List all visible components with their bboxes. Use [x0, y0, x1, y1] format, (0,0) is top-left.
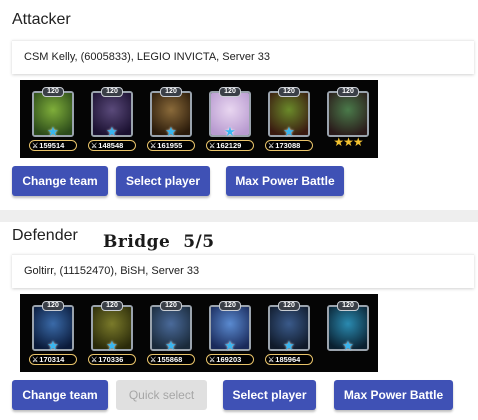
hero-level-badge: 120	[278, 301, 300, 311]
hero-power-badge: ⚔159514	[29, 140, 77, 151]
hero-slot[interactable]: 120 ★ ⚔161955	[146, 87, 196, 153]
hero-level-badge: 120	[42, 301, 64, 311]
star-icon: ★	[165, 124, 177, 139]
star-icon: ★	[106, 124, 118, 139]
hero-power-value: 162129	[216, 141, 242, 150]
swords-icon: ⚔	[268, 357, 275, 364]
star-icon: ★	[342, 338, 354, 353]
swords-icon: ⚔	[268, 143, 275, 150]
star-icon: ★	[283, 338, 295, 353]
hero-slot[interactable]: 120 ★ ⚔148548	[87, 87, 137, 153]
hero-power-badge: ⚔173088	[265, 140, 313, 151]
defender-player-field[interactable]: Goltirr, (11152470), BiSH, Server 33	[12, 254, 474, 288]
defender-title: Defender	[12, 227, 78, 244]
hero-power-value: 169203	[216, 355, 242, 364]
hero-slot[interactable]: 120 ★ ⚔159514	[28, 87, 78, 153]
hero-power-badge: ⚔170336	[88, 354, 136, 365]
defender-team[interactable]: 120 ★ ⚔170314 120 ★ ⚔170336 120 ★ ⚔155868 120 ★ ⚔16…	[20, 294, 378, 372]
hero-level-badge: 120	[337, 87, 359, 97]
quick-select-button[interactable]: Quick select	[116, 380, 207, 410]
hero-power-value: 170314	[39, 355, 65, 364]
hero-level-badge: 120	[160, 87, 182, 97]
attacker-panel: Attacker CSM Kelly, (6005833), LEGIO INV…	[0, 0, 478, 210]
hero-power-badge: ⚔162129	[206, 140, 254, 151]
hero-level-badge: 120	[219, 87, 241, 97]
hero-power-badge: ⚔161955	[147, 140, 195, 151]
swords-icon: ⚔	[32, 143, 39, 150]
defender-panel: Defender Bridge 5/5 Goltirr, (11152470),…	[0, 222, 478, 420]
hero-power-value: 148548	[98, 141, 124, 150]
swords-icon: ⚔	[209, 143, 216, 150]
bridge-label: Bridge 5/5	[103, 232, 215, 252]
swords-icon: ⚔	[91, 143, 98, 150]
hero-stars: ★★★	[333, 135, 363, 149]
attacker-select-player-button[interactable]: Select player	[116, 166, 210, 196]
swords-icon: ⚔	[91, 357, 98, 364]
hero-power-badge: ⚔170314	[29, 354, 77, 365]
defender-max-power-battle-button[interactable]: Max Power Battle	[334, 380, 453, 410]
hero-power-value: 159514	[39, 141, 65, 150]
hero-slot[interactable]: 120 ★ ⚔169203	[205, 301, 255, 367]
attacker-player-field[interactable]: CSM Kelly, (6005833), LEGIO INVICTA, Ser…	[12, 40, 474, 74]
hero-power-badge: ⚔185964	[265, 354, 313, 365]
attacker-change-team-button[interactable]: Change team	[12, 166, 108, 196]
defender-change-team-button[interactable]: Change team	[12, 380, 108, 410]
hero-level-badge: 120	[101, 301, 123, 311]
star-icon: ★	[47, 124, 59, 139]
swords-icon: ⚔	[32, 357, 39, 364]
hero-power-value: 161955	[157, 141, 183, 150]
hero-level-badge: 120	[337, 301, 359, 311]
defender-select-player-button[interactable]: Select player	[223, 380, 316, 410]
section-divider	[0, 210, 478, 222]
hero-slot[interactable]: 120 ★ ⚔185964	[264, 301, 314, 367]
star-icon: ★	[224, 124, 236, 139]
hero-power-badge: ⚔155868	[147, 354, 195, 365]
hero-slot[interactable]: 120 ★ ⚔173088	[264, 87, 314, 153]
star-icon: ★	[283, 124, 295, 139]
hero-power-value: 173088	[275, 141, 301, 150]
hero-power-badge: ⚔148548	[88, 140, 136, 151]
attacker-team[interactable]: 120 ★ ⚔159514 120 ★ ⚔148548 120 ★ ⚔161955 120 ★ ⚔16…	[20, 80, 378, 158]
hero-power-value: 155868	[157, 355, 183, 364]
hero-slot[interactable]: 120 ★ ⚔155868	[146, 301, 196, 367]
hero-power-value: 170336	[98, 355, 124, 364]
swords-icon: ⚔	[209, 357, 216, 364]
star-icon: ★	[165, 338, 177, 353]
star-icon: ★	[224, 338, 236, 353]
hero-level-badge: 120	[42, 87, 64, 97]
hero-slot[interactable]: 120 ★ ⚔162129	[205, 87, 255, 153]
hero-level-badge: 120	[219, 301, 241, 311]
hero-slot[interactable]: 120 ★★★	[323, 87, 373, 153]
hero-slot[interactable]: 120 ★ ⚔170314	[28, 301, 78, 367]
hero-power-badge: ⚔169203	[206, 354, 254, 365]
hero-slot[interactable]: 120 ★ ⚔170336	[87, 301, 137, 367]
hero-power-value: 185964	[275, 355, 301, 364]
hero-slot[interactable]: 120 ★	[323, 301, 373, 367]
swords-icon: ⚔	[150, 143, 157, 150]
attacker-max-power-battle-button[interactable]: Max Power Battle	[226, 166, 344, 196]
hero-level-badge: 120	[278, 87, 300, 97]
hero-level-badge: 120	[160, 301, 182, 311]
hero-level-badge: 120	[101, 87, 123, 97]
star-icon: ★	[106, 338, 118, 353]
attacker-title: Attacker	[12, 11, 71, 28]
hero-portrait	[327, 91, 369, 137]
star-icon: ★	[47, 338, 59, 353]
swords-icon: ⚔	[150, 357, 157, 364]
